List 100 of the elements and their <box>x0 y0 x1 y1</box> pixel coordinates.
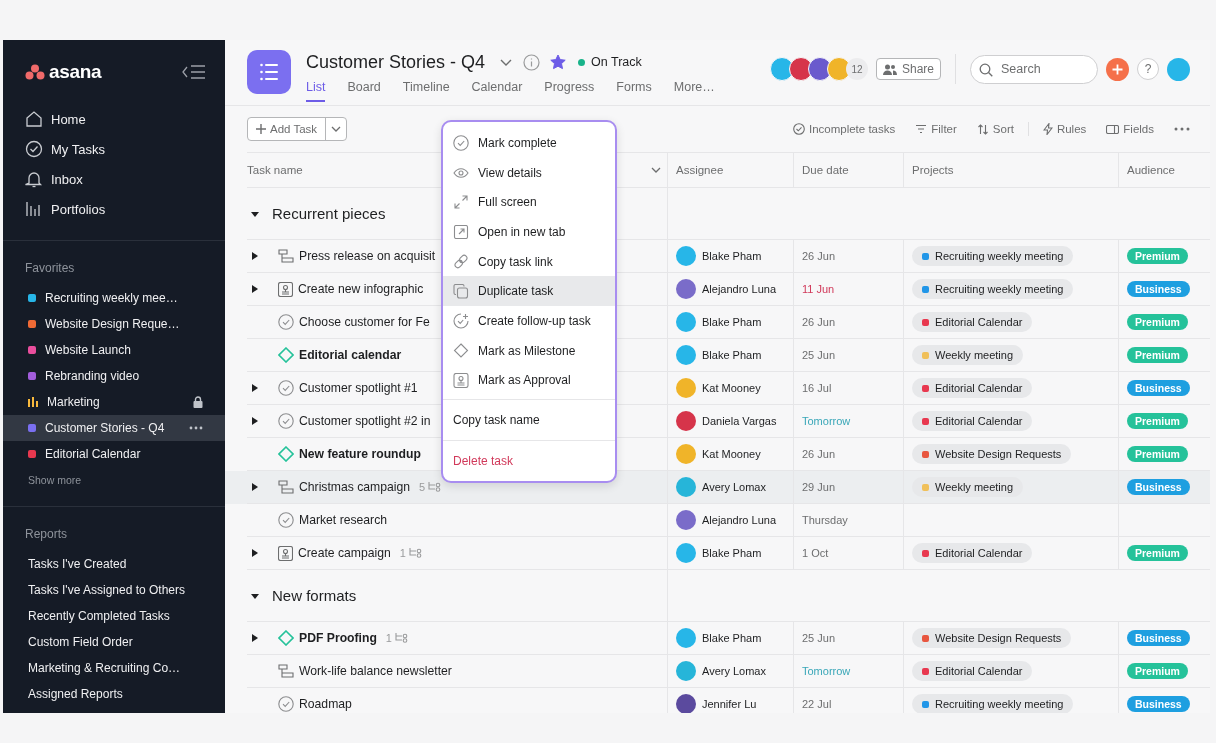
favorite-item[interactable]: Customer Stories - Q4 <box>3 415 225 441</box>
task-name[interactable]: Press release on acquisit <box>299 249 436 263</box>
project-tag[interactable]: Website Design Requests <box>912 444 1072 464</box>
report-item[interactable]: Custom Field Order <box>3 629 225 655</box>
caret-icon[interactable] <box>251 383 259 393</box>
project-tag[interactable]: Weekly meeting <box>912 477 1024 497</box>
task-row[interactable]: Market research Alejandro Luna Thursday <box>247 504 1210 537</box>
caret-icon[interactable] <box>251 251 259 261</box>
view-tab[interactable]: Forms <box>616 80 652 102</box>
filter-button[interactable]: Filter <box>915 123 957 135</box>
project-tag[interactable]: Editorial Calendar <box>912 661 1033 681</box>
task-name[interactable]: PDF Proofing <box>299 631 377 645</box>
more-icon[interactable] <box>1174 127 1190 131</box>
task-row[interactable]: Work-life balance newsletter Avery Lomax Tomorrow Editorial Calendar Premium <box>247 655 1210 688</box>
nav-item[interactable]: Home <box>3 104 225 134</box>
rules-button[interactable]: Rules <box>1042 123 1087 135</box>
check-circle-icon[interactable] <box>278 696 294 712</box>
menu-item[interactable]: Copy task name <box>443 404 615 437</box>
caret-icon[interactable] <box>251 633 259 643</box>
column-header[interactable]: Task name <box>247 164 303 176</box>
project-status[interactable]: On Track <box>591 55 642 69</box>
column-header[interactable]: Assignee <box>676 164 724 176</box>
favorite-item[interactable]: Marketing <box>3 389 225 415</box>
favorite-item[interactable]: Editorial Calendar <box>3 441 225 467</box>
task-name[interactable]: Create campaign <box>298 546 391 560</box>
project-tag[interactable]: Editorial Calendar <box>912 543 1033 563</box>
project-tag[interactable]: Editorial Calendar <box>912 312 1033 332</box>
due-date: 11 Jun <box>802 283 835 295</box>
report-item[interactable]: Recently Completed Tasks <box>3 603 225 629</box>
nav-item[interactable]: Portfolios <box>3 194 225 224</box>
project-tag[interactable]: Website Design Requests <box>912 628 1072 648</box>
incomplete-tasks-button[interactable]: Incomplete tasks <box>792 123 896 135</box>
project-tag[interactable]: Recruiting weekly meeting <box>912 279 1074 299</box>
task-name[interactable]: Work-life balance newsletter <box>299 664 452 678</box>
column-header[interactable]: Audience <box>1127 164 1175 176</box>
task-name[interactable]: Roadmap <box>299 697 352 711</box>
member-avatar[interactable] <box>769 57 794 81</box>
check-circle-icon[interactable] <box>278 380 294 396</box>
member-avatar[interactable] <box>807 57 832 81</box>
member-count[interactable]: 12 <box>845 58 868 80</box>
report-item[interactable]: Assigned Reports <box>3 681 225 707</box>
chevron-down-icon[interactable] <box>651 167 661 173</box>
column-header[interactable]: Due date <box>802 164 849 176</box>
task-name[interactable]: Customer spotlight #1 <box>299 381 418 395</box>
project-tag[interactable]: Recruiting weekly meeting <box>912 694 1074 713</box>
view-tab[interactable]: List <box>306 80 326 102</box>
report-item[interactable]: Tasks I've Assigned to Others <box>3 577 225 603</box>
favorite-item[interactable]: Recruiting weekly mee… <box>3 285 225 311</box>
task-row[interactable]: PDF Proofing 1 Blake Pham 25 Jun Website Design Requests Business <box>247 622 1210 655</box>
check-circle-icon[interactable] <box>278 512 294 528</box>
project-tag[interactable]: Editorial Calendar <box>912 411 1033 431</box>
collapse-sidebar-icon[interactable] <box>181 64 207 80</box>
column-header[interactable]: Projects <box>912 164 954 176</box>
task-name[interactable]: Christmas campaign <box>299 480 411 494</box>
caret-icon[interactable] <box>251 416 259 426</box>
favorite-item[interactable]: Rebranding video <box>3 363 225 389</box>
view-tab[interactable]: Calendar <box>471 80 523 102</box>
more-icon[interactable] <box>189 426 203 430</box>
add-icon[interactable] <box>1106 57 1129 81</box>
view-tab[interactable]: More… <box>673 80 715 102</box>
check-circle-icon[interactable] <box>278 413 294 429</box>
star-icon[interactable] <box>550 54 567 70</box>
task-name[interactable]: Customer spotlight #2 in <box>299 414 431 428</box>
fields-button[interactable]: Fields <box>1106 123 1154 135</box>
task-name[interactable]: Editorial calendar <box>299 348 402 362</box>
view-tab[interactable]: Progress <box>544 80 595 102</box>
task-name[interactable]: New feature roundup <box>299 447 421 461</box>
menu-item[interactable]: Full screen <box>443 187 615 218</box>
show-more-link[interactable]: Show more <box>3 467 225 502</box>
task-name[interactable]: Create new infographic <box>298 282 424 296</box>
nav-item[interactable]: My Tasks <box>3 134 225 164</box>
search-field[interactable]: Search <box>970 54 1098 84</box>
project-tag[interactable]: Editorial Calendar <box>912 378 1033 398</box>
menu-item[interactable]: Create follow-up task <box>443 306 615 336</box>
nav-item[interactable]: Inbox <box>3 164 225 194</box>
menu-item[interactable]: Duplicate task <box>443 276 615 307</box>
caret-icon[interactable] <box>251 548 259 558</box>
check-circle-icon[interactable] <box>278 314 294 330</box>
project-tag[interactable]: Recruiting weekly meeting <box>912 246 1074 266</box>
favorite-item[interactable]: Website Design Reque… <box>3 311 225 337</box>
task-row[interactable]: Roadmap Jennifer Lu 22 Jul Recruiting weekly meeting Business <box>247 688 1210 713</box>
menu-item[interactable]: View details <box>443 157 615 188</box>
report-item[interactable]: Marketing & Recruiting Co… <box>3 655 225 681</box>
view-tab[interactable]: Timeline <box>402 80 450 102</box>
caret-icon[interactable] <box>251 284 259 294</box>
due-date: Tomorrow <box>802 415 851 427</box>
favorite-item[interactable]: Website Launch <box>3 337 225 363</box>
help-button[interactable]: ? <box>1137 58 1159 80</box>
task-name[interactable]: Market research <box>299 513 388 527</box>
project-tag[interactable]: Weekly meeting <box>912 345 1024 365</box>
report-item[interactable]: Tasks I've Created <box>3 551 225 577</box>
caret-icon[interactable] <box>251 482 259 492</box>
task-row[interactable]: Create campaign 1 Blake Pham 1 Oct Editorial Calendar Premium <box>247 537 1210 570</box>
chevron-down-icon[interactable] <box>499 57 514 67</box>
menu-item[interactable]: Mark complete <box>443 128 615 158</box>
task-name[interactable]: Choose customer for Fe <box>299 315 430 329</box>
view-tab[interactable]: Board <box>347 80 381 102</box>
sort-button[interactable]: Sort <box>976 123 1014 135</box>
info-icon[interactable] <box>523 53 541 71</box>
share-button[interactable]: Share <box>875 58 941 80</box>
